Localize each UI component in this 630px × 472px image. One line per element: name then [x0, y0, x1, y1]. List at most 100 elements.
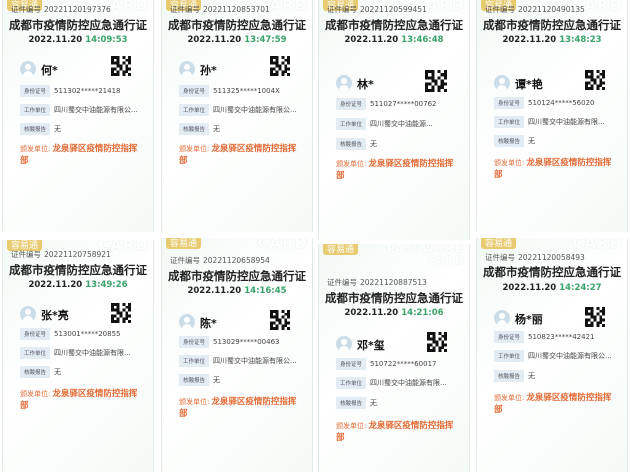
pass-title: 成都市疫情防控应急通行证 [9, 263, 147, 277]
issuer-label: 颁发单位: [20, 145, 51, 153]
issuer-name-cont: 部 [336, 433, 345, 443]
test-label: 核酸报告 [179, 374, 209, 386]
issuer-name: 龙泉驿区疫情防控指挥 [52, 144, 138, 154]
qr-code-icon[interactable] [270, 56, 290, 76]
work-unit: 四川蜀交中油能源有限... [370, 379, 447, 387]
issuer-name-cont: 部 [179, 156, 188, 166]
issuer-label: 颁发单位: [20, 390, 51, 398]
test-report-row: 核酸报告无 [179, 372, 220, 388]
test-report-row: 核酸报告无 [494, 368, 535, 384]
work-unit-row: 工作单位 四川蜀交中油能源有限... [336, 375, 447, 391]
id-label: 身份证号 [494, 331, 524, 343]
cert-label: 证件编号 [11, 250, 41, 259]
work-unit-row: 工作单位 四川蜀交中油能源有限... [20, 345, 131, 361]
qr-code-icon[interactable] [427, 332, 447, 352]
issuer-name: 龙泉驿区疫情防控指挥 [526, 158, 612, 168]
cert-label: 证件编号 [170, 5, 200, 14]
test-report: 无 [528, 137, 535, 145]
test-label: 核酸报告 [336, 397, 366, 409]
cert-value: 20221120058493 [518, 253, 585, 262]
issuer-label: 颁发单位: [494, 394, 525, 402]
holder-name: 孙* [200, 64, 217, 77]
avatar-icon [494, 75, 510, 91]
issuer-label: 颁发单位: [336, 160, 367, 168]
holder-name: 谭*艳 [515, 78, 543, 91]
test-label: 核酸报告 [20, 366, 50, 378]
holder-name: 林* [357, 78, 374, 91]
cert-number: 证件编号 20221120058493 [485, 252, 585, 263]
cert-value: 20221120758921 [44, 250, 111, 259]
pass-card: 容易通 CARD 证件编号 20221120490135 成都市疫情防控应急通行证… [476, 0, 628, 232]
cert-value: 20221120887513 [360, 278, 427, 287]
issuer-name: 龙泉驿区疫情防控指挥 [526, 393, 612, 403]
id-number: 510124*****56020 [528, 99, 595, 107]
cert-label: 证件编号 [327, 5, 357, 14]
work-unit: 四川蜀交中油能源有限公... [213, 106, 297, 114]
test-report-row: 核酸报告无 [494, 133, 535, 149]
work-unit: 四川蜀交中油能源有限... [528, 118, 605, 126]
work-unit-row: 工作单位 四川蜀交中油能源有限... [494, 114, 605, 130]
id-number: 511302*****21418 [54, 87, 121, 95]
qr-code-icon[interactable] [425, 70, 447, 92]
pass-card: 容易通 CARD 证件编号 20221120758921 成都市疫情防控应急通行证… [2, 240, 154, 472]
test-report-row: 核酸报告无 [179, 121, 220, 137]
cert-number: 证件编号 20221120887513 [327, 277, 427, 288]
avatar-icon [336, 336, 352, 352]
pass-card: 容易通 CARD 证件编号 20221120197376 成都市疫情防控应急通行证… [2, 0, 154, 232]
id-number-row: 身份证号 511302*****21418 [20, 83, 121, 99]
work-unit: 四川蜀交中油能源有限公... [528, 352, 612, 360]
issue-date: 2022.11.20 [187, 35, 242, 45]
issue-date: 2022.11.20 [344, 35, 399, 45]
issuer-name: 龙泉驿区疫情防控指挥 [368, 159, 454, 169]
cert-value: 20221120853701 [203, 5, 270, 14]
id-number: 513029*****00463 [213, 338, 280, 346]
issue-date: 2022.11.20 [187, 286, 242, 296]
card-watermark: CARD [572, 238, 623, 252]
qr-code-icon[interactable] [585, 70, 605, 90]
holder-name: 陈* [200, 317, 217, 330]
qr-code-icon[interactable] [270, 310, 290, 330]
qr-code-icon[interactable] [111, 303, 131, 323]
test-label: 核酸报告 [494, 135, 524, 147]
card-watermark: CARD [257, 238, 308, 252]
issuer-name-cont: 部 [20, 156, 29, 166]
test-label: 核酸报告 [336, 138, 366, 150]
cert-label: 证件编号 [327, 278, 357, 287]
issuer-name-cont: 部 [494, 405, 503, 415]
test-label: 核酸报告 [20, 123, 50, 135]
issuer: 颁发单位: 龙泉驿区疫情防控指挥部 [20, 388, 137, 412]
id-label: 身份证号 [494, 97, 524, 109]
id-number-row: 身份证号 513029*****00463 [179, 334, 280, 350]
pass-title: 成都市疫情防控应急通行证 [483, 18, 621, 32]
pass-title: 成都市疫情防控应急通行证 [483, 265, 621, 279]
issue-datetime: 2022.11.20 13:47:59 [162, 35, 312, 45]
cert-number: 证件编号 20221120853701 [170, 4, 270, 15]
qr-code-icon[interactable] [111, 56, 131, 76]
work-unit-row: 工作单位 四川蜀交中油能源有限公... [179, 102, 297, 118]
qr-code-icon[interactable] [585, 307, 605, 327]
holder-name: 邓*玺 [357, 339, 385, 352]
card-watermark-text: CARD [426, 254, 465, 267]
issuer: 颁发单位: 龙泉驿区疫情防控指挥部 [179, 396, 296, 420]
cert-value: 20221120658954 [203, 256, 270, 265]
card-watermark: PASSWORD CARD [387, 244, 465, 267]
id-number-row: 身份证号 510722*****60017 [336, 356, 437, 372]
work-unit-row: 工作单位 四川蜀交中油能源有限公... [20, 102, 138, 118]
pass-card: 容易通 CARD 证件编号 20221120853701 成都市疫情防控应急通行证… [161, 0, 313, 232]
issuer-name: 龙泉驿区疫情防控指挥 [211, 144, 297, 154]
cert-number: 证件编号 20221120658954 [170, 255, 270, 266]
cert-value: 20221120197376 [44, 5, 111, 14]
work-unit-row: 工作单位 四川蜀交中油能源有限公... [179, 353, 297, 369]
pass-card: 容易通 CARD 证件编号 20221120599451 成都市疫情防控应急通行证… [318, 0, 470, 240]
test-label: 核酸报告 [179, 123, 209, 135]
id-label: 身份证号 [179, 336, 209, 348]
pass-card: 容易通 CARD 证件编号 20221120658954 成都市疫情防控应急通行证… [161, 238, 313, 472]
issue-datetime: 2022.11.20 13:46:48 [319, 35, 469, 45]
issue-datetime: 2022.11.20 14:21:06 [319, 308, 469, 318]
cert-number: 证件编号 20221120758921 [11, 249, 111, 260]
unit-label: 工作单位 [20, 347, 50, 359]
issue-time: 14:09:53 [85, 35, 128, 45]
test-report: 无 [528, 372, 535, 380]
issuer: 颁发单位: 龙泉驿区疫情防控指挥部 [494, 392, 611, 416]
test-report-row: 核酸报告无 [20, 364, 61, 380]
